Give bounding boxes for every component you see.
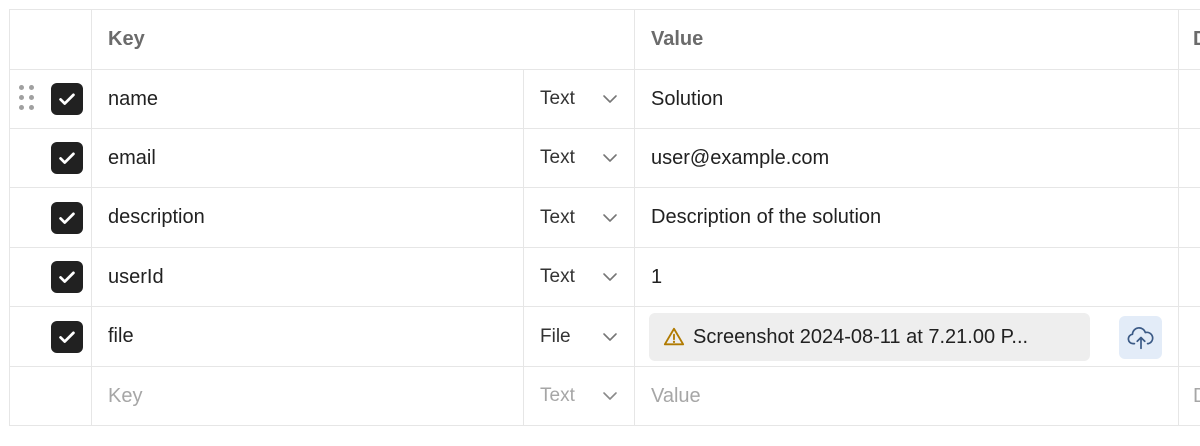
- drag-handle-icon[interactable]: [19, 85, 37, 113]
- key-field[interactable]: description: [92, 188, 524, 247]
- row-select-cell: [10, 70, 92, 128]
- type-select[interactable]: Text: [524, 129, 635, 187]
- key-field[interactable]: file: [92, 307, 524, 366]
- row-checkbox[interactable]: [51, 142, 83, 174]
- type-select[interactable]: Text: [524, 248, 635, 306]
- row-checkbox[interactable]: [51, 202, 83, 234]
- table-row: description Text Description of the solu…: [10, 188, 1200, 248]
- table-row: userId Text 1: [10, 248, 1200, 307]
- description-field[interactable]: [1179, 70, 1200, 128]
- warning-icon: [663, 327, 685, 346]
- chevron-down-icon: [603, 332, 617, 341]
- type-label: Text: [540, 147, 575, 168]
- table-row: email Text user@example.com: [10, 129, 1200, 188]
- row-checkbox[interactable]: [51, 83, 83, 115]
- row-checkbox[interactable]: [51, 321, 83, 353]
- form-data-table: Key Value D name Text Solution: [9, 9, 1200, 426]
- checkmark-icon: [59, 271, 75, 283]
- row-select-cell: [10, 367, 92, 425]
- key-field[interactable]: userId: [92, 248, 524, 306]
- row-select-cell: [10, 248, 92, 306]
- new-value-input[interactable]: Value: [635, 367, 1179, 425]
- type-select[interactable]: Text: [524, 188, 635, 247]
- table-row: name Text Solution: [10, 70, 1200, 129]
- type-label: Text: [540, 206, 575, 228]
- value-file-cell: Screenshot 2024-08-11 at 7.21.00 P...: [635, 307, 1179, 366]
- type-label: Text: [540, 385, 575, 406]
- key-field[interactable]: name: [92, 70, 524, 128]
- chevron-down-icon: [603, 95, 617, 103]
- type-select[interactable]: File: [524, 307, 635, 366]
- header-value: Value: [635, 10, 1179, 69]
- checkmark-icon: [59, 212, 75, 224]
- cloud-upload-icon: [1127, 326, 1153, 349]
- type-label: Text: [540, 88, 575, 109]
- chevron-down-icon: [603, 213, 617, 222]
- checkmark-icon: [59, 152, 75, 164]
- key-field[interactable]: email: [92, 129, 524, 187]
- value-field[interactable]: Solution: [635, 70, 1179, 128]
- row-select-cell: [10, 188, 92, 247]
- type-select[interactable]: Text: [524, 70, 635, 128]
- checkmark-icon: [59, 331, 75, 343]
- value-field[interactable]: 1: [635, 248, 1179, 306]
- file-name: Screenshot 2024-08-11 at 7.21.00 P...: [693, 325, 1029, 348]
- type-select[interactable]: Text: [524, 367, 635, 425]
- description-field[interactable]: [1179, 307, 1200, 366]
- row-select-cell: [10, 307, 92, 366]
- header-check-cell: [10, 10, 92, 69]
- description-field[interactable]: [1179, 248, 1200, 306]
- chevron-down-icon: [603, 154, 617, 162]
- chevron-down-icon: [603, 273, 617, 281]
- header-key: Key: [92, 10, 635, 69]
- new-key-input[interactable]: Key: [92, 367, 524, 425]
- header-description: D: [1179, 10, 1200, 69]
- table-header-row: Key Value D: [10, 10, 1200, 70]
- table-row: file File Screenshot 2024-08-11 at 7.21.…: [10, 307, 1200, 367]
- description-field[interactable]: [1179, 188, 1200, 247]
- upload-button[interactable]: [1119, 316, 1162, 359]
- chevron-down-icon: [603, 392, 617, 400]
- new-row: Key Text Value D: [10, 367, 1200, 425]
- description-field[interactable]: [1179, 129, 1200, 187]
- type-label: Text: [540, 266, 575, 287]
- file-chip[interactable]: Screenshot 2024-08-11 at 7.21.00 P...: [649, 313, 1090, 361]
- checkmark-icon: [59, 93, 75, 105]
- row-select-cell: [10, 129, 92, 187]
- row-checkbox[interactable]: [51, 261, 83, 293]
- value-field[interactable]: user@example.com: [635, 129, 1179, 187]
- type-label: File: [540, 325, 571, 347]
- value-field[interactable]: Description of the solution: [635, 188, 1179, 247]
- new-description-input[interactable]: D: [1179, 367, 1200, 425]
